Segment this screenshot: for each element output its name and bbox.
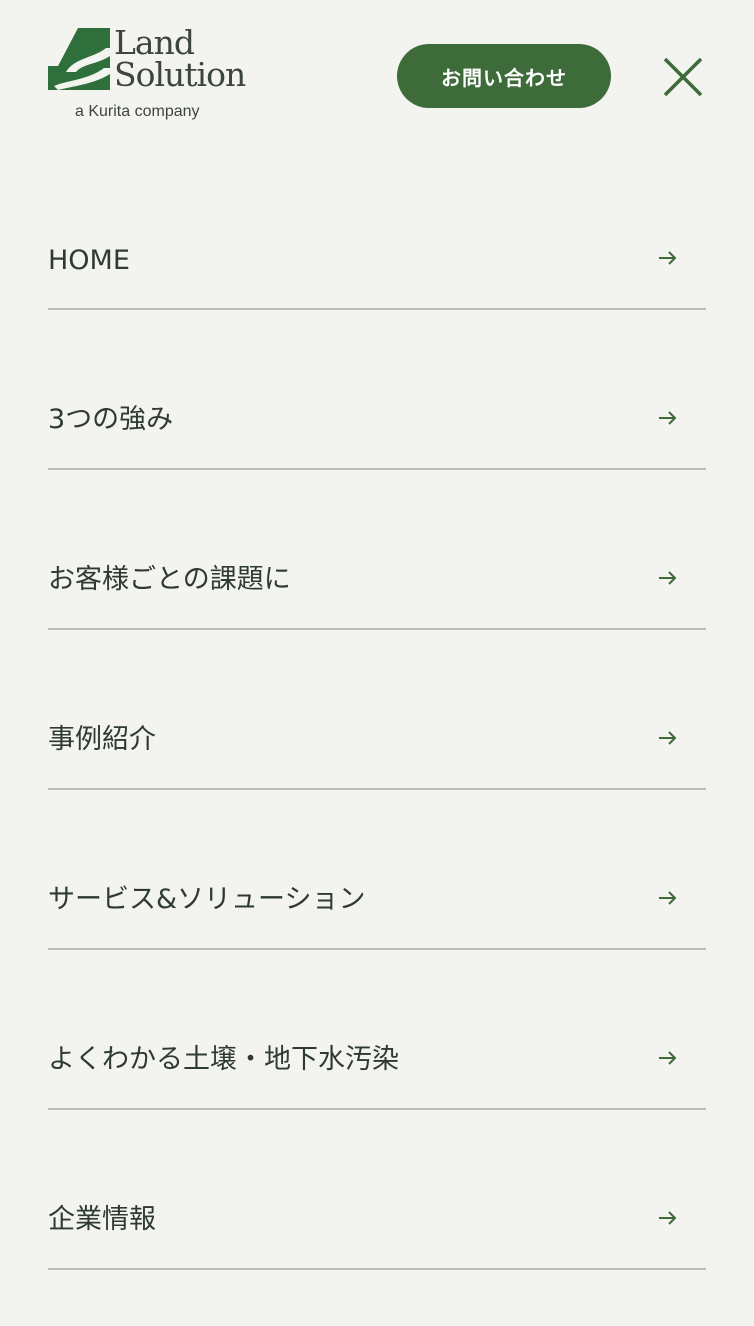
menu-item-company[interactable]: 企業情報 (48, 1110, 706, 1270)
menu-item-cases[interactable]: 事例紹介 (48, 630, 706, 790)
arrow-right-icon (659, 251, 677, 265)
close-icon[interactable] (660, 54, 706, 100)
menu-item-label: 事例紹介 (48, 724, 156, 755)
logo-tagline: a Kurita company (75, 103, 200, 120)
menu-item-label: HOME (48, 245, 130, 276)
menu-item-services[interactable]: サービス&ソリューション (48, 790, 706, 950)
arrow-right-icon (659, 571, 677, 585)
site-header: Land Solution a Kurita company お問い合わせ (0, 0, 754, 150)
contact-button[interactable]: お問い合わせ (397, 44, 611, 108)
arrow-right-icon (659, 1211, 677, 1225)
logo-text-solution: Solution (114, 55, 246, 94)
arrow-right-icon (659, 891, 677, 905)
logo-mark-icon (48, 28, 110, 90)
menu-item-label: よくわかる土壌・地下水汚染 (48, 1044, 399, 1075)
menu-item-soil-pollution[interactable]: よくわかる土壌・地下水汚染 (48, 950, 706, 1110)
menu-item-label: 企業情報 (48, 1204, 156, 1235)
menu-item-strengths[interactable]: 3つの強み (48, 310, 706, 470)
arrow-right-icon (659, 731, 677, 745)
menu-item-label: サービス&ソリューション (48, 884, 366, 915)
menu-item-label: お客様ごとの課題に (48, 564, 291, 595)
logo[interactable]: Land Solution a Kurita company (48, 26, 258, 128)
main-menu: HOME 3つの強み お客様ごとの課題に 事例紹介 サービス&ソリューション よ… (48, 150, 706, 1270)
menu-item-home[interactable]: HOME (48, 150, 706, 310)
menu-item-label: 3つの強み (48, 404, 174, 435)
arrow-right-icon (659, 1051, 677, 1065)
arrow-right-icon (659, 411, 677, 425)
menu-item-issues[interactable]: お客様ごとの課題に (48, 470, 706, 630)
